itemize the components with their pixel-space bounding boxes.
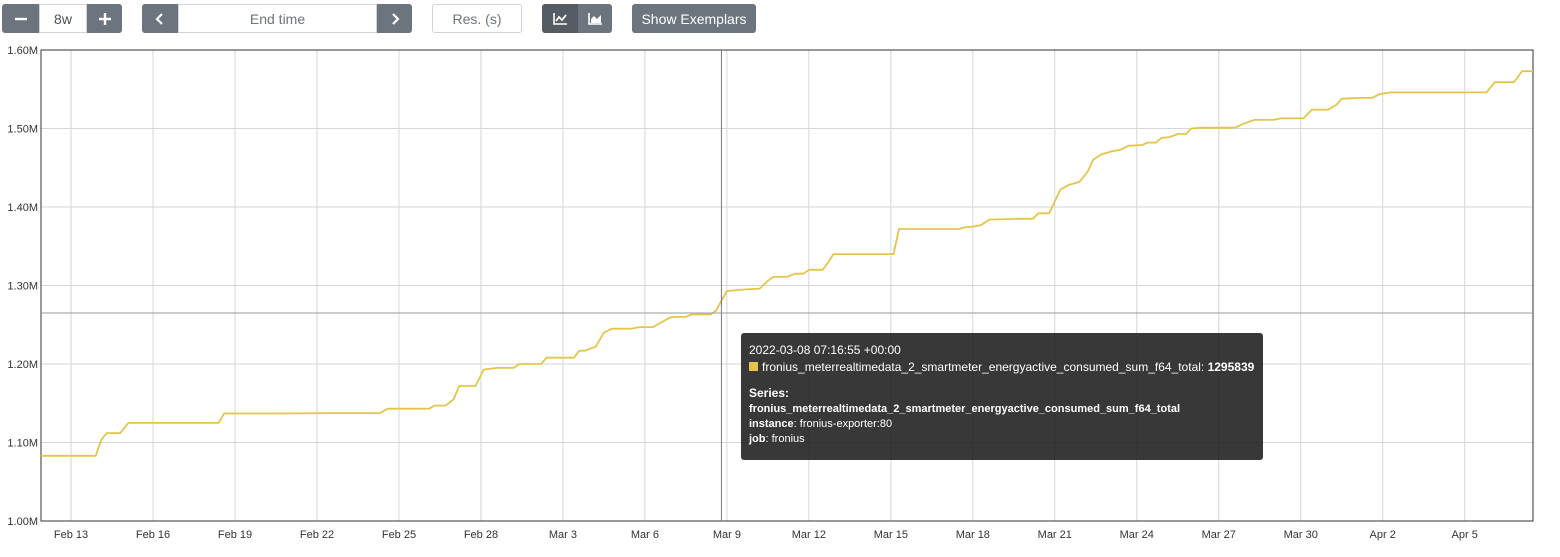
resolution-input[interactable]: Res. (s) xyxy=(432,4,522,33)
x-tick-label: Feb 16 xyxy=(136,529,170,541)
next-time-button[interactable] xyxy=(377,4,412,33)
end-time-input[interactable]: End time xyxy=(178,4,377,33)
tooltip-series-heading: Series: xyxy=(749,386,790,400)
y-tick-label: 1.30M xyxy=(7,281,38,293)
show-exemplars-label: Show Exemplars xyxy=(641,10,747,27)
x-tick-label: Mar 6 xyxy=(631,529,659,541)
x-axis: Feb 13 Feb 16 Feb 19 Feb 22 Feb 25 Feb 28 Mar … xyxy=(54,529,1478,541)
x-tick-label: Mar 27 xyxy=(1202,529,1236,541)
tooltip-label-instance: instance: fronius-exporter:80 xyxy=(749,417,1255,432)
x-tick-label: Feb 13 xyxy=(54,529,88,541)
tooltip-series-name-text: fronius_meterrealtimedata_2_smartmeter_e… xyxy=(749,403,1181,415)
x-tick-label: Mar 15 xyxy=(874,529,908,541)
range-input[interactable]: 8w xyxy=(39,4,87,33)
tooltip-label-job: job: fronius xyxy=(749,432,1255,447)
series-color-swatch xyxy=(749,362,758,371)
tooltip-series-name: fronius_meterrealtimedata_2_smartmeter_e… xyxy=(749,402,1255,417)
range-value: 8w xyxy=(54,10,72,27)
chevron-right-icon xyxy=(391,12,400,25)
x-tick-label: Feb 22 xyxy=(300,529,334,541)
x-tick-label: Feb 28 xyxy=(464,529,498,541)
x-tick-label: Feb 25 xyxy=(382,529,416,541)
x-tick-label: Apr 2 xyxy=(1370,529,1396,541)
tooltip-metric-suffix: : xyxy=(1200,360,1208,374)
tooltip-timestamp: 2022-03-08 07:16:55 +00:00 xyxy=(749,343,901,357)
tooltip-label-key: job xyxy=(749,433,766,445)
tooltip-metric-name: fronius_meterrealtimedata_2_smartmeter_e… xyxy=(762,360,1201,374)
tooltip-series-row: fronius_meterrealtimedata_2_smartmeter_e… xyxy=(749,359,1255,376)
x-tick-label: Mar 24 xyxy=(1120,529,1154,541)
x-tick-label: Mar 18 xyxy=(956,529,990,541)
x-tick-label: Mar 21 xyxy=(1038,529,1072,541)
graph-tooltip: 2022-03-08 07:16:55 +00:00 fronius_meter… xyxy=(741,333,1263,460)
x-tick-label: Feb 19 xyxy=(218,529,252,541)
y-axis: 1.00M 1.10M 1.20M 1.30M 1.40M 1.50M 1.60M xyxy=(7,45,38,528)
y-tick-label: 1.60M xyxy=(7,45,38,57)
tooltip-label-value: fronius xyxy=(771,433,805,445)
graph-area[interactable]: 1.00M 1.10M 1.20M 1.30M 1.40M 1.50M 1.60M Feb … xyxy=(0,40,1560,557)
end-time-placeholder: End time xyxy=(249,10,306,27)
tooltip-label-key: instance xyxy=(749,418,794,430)
unstacked-chart-button[interactable] xyxy=(542,4,578,33)
plus-icon xyxy=(98,12,111,25)
stacked-chart-button[interactable] xyxy=(578,4,612,33)
x-tick-label: Apr 5 xyxy=(1452,529,1478,541)
y-tick-label: 1.00M xyxy=(7,516,38,528)
resolution-placeholder: Res. (s) xyxy=(452,10,502,27)
area-chart-icon xyxy=(588,12,602,25)
y-tick-label: 1.10M xyxy=(7,438,38,450)
toolbar: 8w End time Res. (s) Show Exemplars xyxy=(0,0,1560,40)
x-tick-label: Mar 3 xyxy=(549,529,577,541)
increase-range-button[interactable] xyxy=(87,4,122,33)
line-chart-icon xyxy=(553,12,567,25)
x-tick-label: Mar 12 xyxy=(792,529,826,541)
x-tick-label: Mar 30 xyxy=(1284,529,1318,541)
chevron-left-icon xyxy=(155,12,163,25)
tooltip-value: 1295839 xyxy=(1207,360,1255,374)
y-tick-label: 1.50M xyxy=(7,124,38,136)
minus-icon xyxy=(14,17,27,20)
x-tick-label: Mar 9 xyxy=(713,529,741,541)
y-tick-label: 1.40M xyxy=(7,202,38,214)
show-exemplars-button[interactable]: Show Exemplars xyxy=(632,4,756,33)
tooltip-label-value: fronius-exporter:80 xyxy=(799,418,893,430)
decrease-range-button[interactable] xyxy=(2,4,39,33)
previous-time-button[interactable] xyxy=(142,4,178,33)
y-tick-label: 1.20M xyxy=(7,359,38,371)
